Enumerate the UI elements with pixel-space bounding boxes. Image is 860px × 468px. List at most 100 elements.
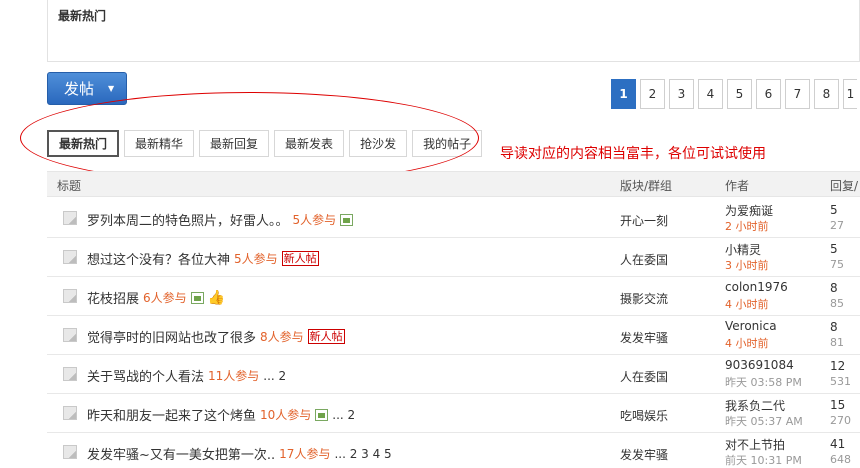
forum-link[interactable]: 开心一刻: [620, 212, 668, 229]
page-6-button[interactable]: 6: [756, 79, 781, 109]
document-icon: [63, 406, 77, 420]
tab-4[interactable]: 抢沙发: [349, 130, 408, 157]
table-row: 关于骂战的个人看法 11人参与... 2 人在委国 903691084 昨天 03:58…: [47, 355, 860, 394]
author-link[interactable]: colon1976: [725, 280, 788, 294]
table-row: 发发牢骚~又有一美女把第一次.. 17人参与... 2 3 4 5 发发牢骚 对不上节…: [47, 433, 860, 468]
post-time: 4 小时前: [725, 298, 769, 311]
view-count: 648: [830, 453, 851, 466]
document-icon: [63, 445, 77, 459]
thread-title-link[interactable]: 罗列本周二的特色照片，好雷人。。: [87, 210, 289, 229]
thread-title-line: 发发牢骚~又有一美女把第一次.. 17人参与... 2 3 4 5: [87, 444, 392, 464]
header-forum: 版块/群组: [620, 179, 673, 193]
post-time: 昨天 03:58 PM: [725, 376, 802, 389]
document-icon: [63, 250, 77, 264]
author-link[interactable]: 903691084: [725, 358, 794, 372]
thumbs-up-icon: 👍: [207, 289, 226, 306]
document-icon: [63, 289, 77, 303]
thread-title-line: 关于骂战的个人看法 11人参与... 2: [87, 366, 286, 386]
reply-count: 41: [830, 437, 846, 451]
thread-title-link[interactable]: 觉得亭时的旧网站也改了很多: [87, 327, 256, 346]
view-count: 531: [830, 375, 851, 388]
table-row: 花枝招展 6人参与 👍 摄影交流 colon1976 4 小时前 8 85: [47, 277, 860, 316]
page-5-button[interactable]: 5: [727, 79, 752, 109]
forum-link[interactable]: 人在委国: [620, 368, 668, 385]
page-7-button[interactable]: 7: [785, 79, 810, 109]
author-link[interactable]: Veronica: [725, 319, 777, 333]
thread-title-line: 觉得亭时的旧网站也改了很多 8人参与 新人帖: [87, 327, 345, 346]
page-1-button[interactable]: 1: [611, 79, 636, 109]
annotation-note: 导读对应的内容相当富丰，各位可试试使用: [500, 146, 766, 162]
reply-count: 5: [830, 203, 838, 217]
page-2-button[interactable]: 2: [640, 79, 665, 109]
page-3-button[interactable]: 3: [669, 79, 694, 109]
participant-count: 17人参与: [279, 447, 331, 461]
participant-count: 5人参与: [292, 213, 337, 227]
author-link[interactable]: 对不上节拍: [725, 436, 785, 453]
thread-pages-link[interactable]: ... 2 3 4 5: [334, 447, 391, 461]
forum-link[interactable]: 发发牢骚: [620, 329, 668, 346]
tab-2[interactable]: 最新回复: [199, 130, 270, 157]
view-count: 75: [830, 258, 844, 271]
author-link[interactable]: 为爱痴诞: [725, 202, 773, 219]
author-link[interactable]: 小精灵: [725, 241, 761, 258]
thread-title-link[interactable]: 昨天和朋友一起来了这个烤鱼: [87, 405, 256, 424]
guide-tabs: 最新热门 最新精华 最新回复 最新发表 抢沙发 我的帖子: [47, 130, 483, 157]
post-time: 4 小时前: [725, 337, 769, 350]
reply-count: 8: [830, 281, 838, 295]
header-reply: 回复/: [830, 179, 859, 193]
new-post-label: 发帖: [64, 80, 95, 98]
new-user-post-badge: 新人帖: [307, 329, 345, 344]
reply-count: 12: [830, 359, 846, 373]
thread-title-link[interactable]: 花枝招展: [87, 288, 139, 307]
page-1-button[interactable]: 1: [843, 79, 857, 109]
table-header: 标题 版块/群组 作者 回复/: [47, 171, 860, 197]
forum-link[interactable]: 摄影交流: [620, 290, 668, 307]
thread-pages-link[interactable]: ... 2: [263, 369, 286, 383]
page-8-button[interactable]: 8: [814, 79, 839, 109]
image-attachment-icon: [315, 408, 329, 421]
table-row: 想过这个没有？各位大神 5人参与 新人帖 人在委国 小精灵 3 小时前 5 75: [47, 238, 860, 277]
reply-count: 15: [830, 398, 846, 412]
forum-link[interactable]: 人在委国: [620, 251, 668, 268]
tab-0[interactable]: 最新热门: [47, 130, 120, 157]
new-post-button[interactable]: 发帖 ▼: [47, 72, 127, 105]
view-count: 27: [830, 219, 844, 232]
hot-panel: 最新热门: [47, 0, 860, 62]
post-time: 前天 10:31 PM: [725, 454, 802, 467]
image-attachment-icon: [190, 291, 204, 304]
tab-5[interactable]: 我的帖子: [412, 130, 483, 157]
forum-link[interactable]: 吃喝娱乐: [620, 407, 668, 424]
new-user-post-badge: 新人帖: [281, 251, 319, 266]
page-4-button[interactable]: 4: [698, 79, 723, 109]
header-title: 标题: [57, 179, 82, 193]
table-row: 罗列本周二的特色照片，好雷人。。 5人参与 开心一刻 为爱痴诞 2 小时前 5 27: [47, 199, 860, 238]
post-time: 2 小时前: [725, 220, 769, 233]
author-link[interactable]: 我系负二代: [725, 397, 785, 414]
thread-title-link[interactable]: 发发牢骚~又有一美女把第一次..: [87, 444, 275, 463]
tab-1[interactable]: 最新精华: [124, 130, 195, 157]
chevron-down-icon: ▼: [108, 84, 115, 93]
thread-title-line: 想过这个没有？各位大神 5人参与 新人帖: [87, 249, 319, 268]
participant-count: 11人参与: [208, 369, 260, 383]
thread-title-link[interactable]: 想过这个没有？各位大神: [87, 249, 230, 268]
thread-title-line: 罗列本周二的特色照片，好雷人。。 5人参与: [87, 210, 354, 229]
tab-3[interactable]: 最新发表: [274, 130, 345, 157]
view-count: 81: [830, 336, 844, 349]
panel-title: 最新热门: [58, 9, 107, 23]
thread-title-line: 昨天和朋友一起来了这个烤鱼 10人参与 ... 2: [87, 405, 355, 425]
post-time: 3 小时前: [725, 259, 769, 272]
participant-count: 10人参与: [260, 408, 312, 422]
thread-title-line: 花枝招展 6人参与 👍: [87, 288, 226, 308]
image-attachment-icon: [340, 213, 354, 226]
view-count: 270: [830, 414, 851, 427]
participant-count: 8人参与: [260, 330, 304, 344]
participant-count: 5人参与: [234, 252, 278, 266]
pagination: 123456781: [611, 79, 857, 109]
thread-pages-link[interactable]: ... 2: [332, 408, 355, 422]
participant-count: 6人参与: [143, 291, 187, 305]
document-icon: [63, 211, 77, 225]
table-row: 昨天和朋友一起来了这个烤鱼 10人参与 ... 2 吃喝娱乐 我系负二代 昨天 05:37…: [47, 394, 860, 433]
forum-link[interactable]: 发发牢骚: [620, 446, 668, 463]
thread-title-link[interactable]: 关于骂战的个人看法: [87, 366, 204, 385]
view-count: 85: [830, 297, 844, 310]
